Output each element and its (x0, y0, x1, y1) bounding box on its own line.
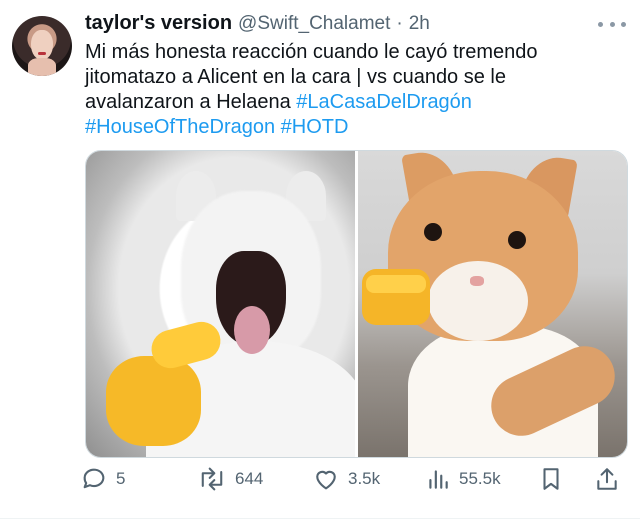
hashtag-link[interactable]: #HOTD (281, 116, 349, 138)
tweet-text-fragment: avalanzaron a Helaena (85, 91, 297, 113)
avatar-hands (28, 58, 56, 76)
tweet-text-line: avalanzaron a Helaena #LaCasaDelDragón (85, 90, 625, 115)
tweet-text: Mi más honesta reacción cuando le cayó t… (85, 40, 625, 140)
cat-muzzle (428, 261, 528, 341)
hashtag-link[interactable]: #HouseOfTheDragon (85, 116, 275, 138)
tweet[interactable]: taylor's version @Swift_Chalamet · 2h Mi… (0, 0, 640, 525)
views-count: 55.5k (459, 469, 501, 488)
cat-eye (424, 223, 442, 241)
cat-tongue (234, 306, 270, 354)
pointing-hand-icon (96, 317, 225, 446)
hashtag-link[interactable]: #LaCasaDelDragón (296, 91, 472, 113)
media-image-right[interactable] (358, 151, 627, 457)
tweet-text-line: jitomatazo a Alicent en la cara | vs cua… (85, 66, 506, 88)
like-button[interactable]: 3.5k (312, 462, 380, 496)
views-icon (429, 470, 448, 489)
share-icon (597, 468, 617, 490)
cat-eye (508, 231, 526, 249)
tweet-text-line: #HouseOfTheDragon #HOTD (85, 115, 625, 140)
avatar[interactable] (12, 16, 72, 76)
cat-nose (470, 276, 484, 286)
retweet-count: 644 (235, 469, 264, 488)
avatar-lips (38, 52, 46, 55)
reply-button[interactable]: 5 (80, 462, 125, 496)
retweet-icon (201, 467, 223, 491)
reply-icon (83, 468, 105, 489)
separator-dot: · (396, 13, 403, 34)
media-image-left[interactable] (86, 151, 355, 457)
display-name[interactable]: taylor's version (85, 12, 232, 35)
like-count: 3.5k (348, 469, 381, 488)
share-button[interactable] (594, 462, 620, 496)
tweet-media (85, 150, 628, 458)
tweet-header: taylor's version @Swift_Chalamet · 2h (85, 12, 430, 35)
views-button[interactable]: 55.5k (425, 462, 501, 496)
divider (0, 518, 640, 519)
retweet-button[interactable]: 644 (197, 462, 263, 496)
more-icon[interactable] (598, 14, 626, 34)
avatar-face (31, 30, 53, 60)
bookmark-button[interactable] (538, 462, 564, 496)
bookmark-icon (543, 468, 559, 490)
fist-bump-icon (362, 269, 432, 327)
user-handle[interactable]: @Swift_Chalamet (238, 13, 390, 35)
tweet-text-line: Mi más honesta reacción cuando le cayó t… (85, 41, 538, 63)
heart-icon (316, 470, 336, 490)
timestamp[interactable]: 2h (409, 13, 430, 35)
tweet-actions: 5 644 3.5k 55.5k (80, 462, 625, 496)
reply-count: 5 (116, 469, 126, 488)
